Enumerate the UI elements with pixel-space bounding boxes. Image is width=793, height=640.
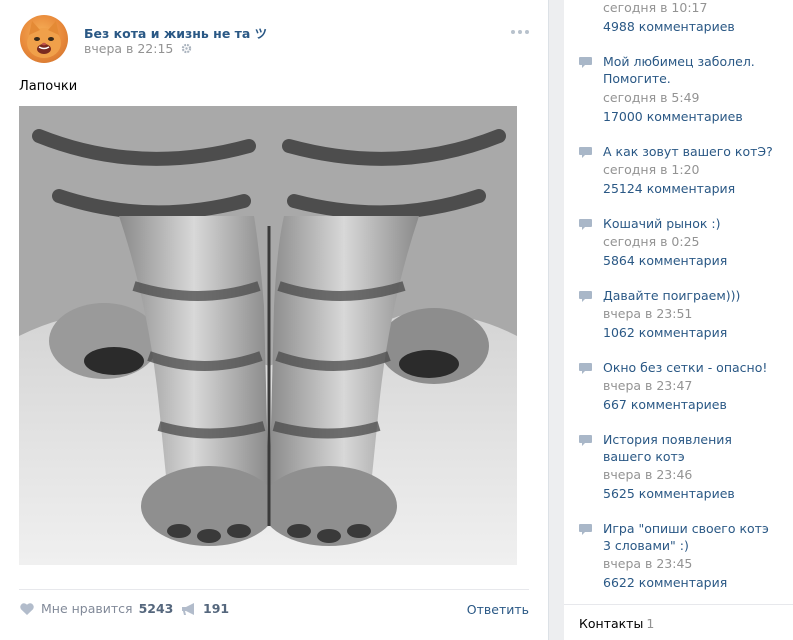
discussion-comments[interactable]: 25124 комментария	[603, 180, 735, 198]
discussion-bubble-icon	[579, 435, 592, 446]
post-author-link[interactable]: Без кота и жизнь не та ツ	[84, 23, 267, 42]
reply-button[interactable]: Ответить	[467, 602, 529, 617]
discussion-bubble-icon	[579, 524, 592, 535]
discussion-comments[interactable]: 667 комментариев	[603, 396, 727, 414]
discussion-comments[interactable]: 5625 комментариев	[603, 485, 735, 503]
discussion-comments[interactable]: 17000 комментариев	[603, 108, 743, 126]
discussion-title[interactable]: Игра "опиши своего котэ 3 словами" :)	[603, 520, 775, 554]
gear-icon[interactable]	[181, 43, 192, 54]
discussion-comments[interactable]: 5864 комментария	[603, 252, 727, 270]
discussion-comments[interactable]: 1062 комментария	[603, 324, 727, 342]
contacts-header[interactable]: Контакты 1	[579, 616, 654, 631]
discussion-comments[interactable]: 4988 комментариев	[603, 18, 735, 36]
wall-post: Без кота и жизнь не та ツ вчера в 22:15 Л…	[0, 0, 549, 640]
heart-icon	[20, 602, 34, 615]
discussion-bubble-icon	[579, 291, 592, 302]
discussion-title[interactable]: А как зовут вашего котЭ?	[603, 143, 775, 160]
post-timestamp[interactable]: вчера в 22:15	[84, 41, 192, 56]
contacts-count: 1	[646, 616, 655, 631]
discussion-title[interactable]: История появления вашего котэ	[603, 431, 775, 465]
post-time-text: вчера в 22:15	[84, 41, 174, 56]
discussion-time: вчера в 23:47	[603, 378, 693, 393]
more-options-icon[interactable]	[509, 27, 531, 37]
community-avatar[interactable]	[20, 15, 68, 63]
discussion-bubble-icon	[579, 57, 592, 68]
post-photo[interactable]	[19, 106, 517, 565]
discussion-time: сегодня в 0:25	[603, 234, 700, 249]
discussion-bubble-icon	[579, 363, 592, 374]
discussion-time: вчера в 23:45	[603, 556, 693, 571]
share-button[interactable]: 191	[181, 601, 229, 616]
discussion-title[interactable]: Окно без сетки - опасно!	[603, 359, 775, 376]
discussion-time: сегодня в 5:49	[603, 90, 700, 105]
megaphone-icon	[182, 602, 194, 615]
discussion-time: вчера в 23:46	[603, 467, 693, 482]
cat-face-icon	[27, 21, 61, 58]
discussion-bubble-icon	[579, 147, 592, 158]
contacts-label: Контакты	[579, 616, 644, 631]
discussion-title[interactable]: Мой любимец заболел. Помогите.	[603, 53, 775, 87]
discussion-title[interactable]: Давайте поиграем)))	[603, 287, 775, 304]
discussions-sidebar: сегодня в 10:17 4988 комментариев Мой лю…	[564, 0, 793, 640]
like-button[interactable]: Мне нравится 5243	[19, 601, 173, 616]
discussion-time: сегодня в 10:17	[603, 0, 708, 15]
discussion-time: сегодня в 1:20	[603, 162, 700, 177]
discussion-bubble-icon	[579, 219, 592, 230]
post-divider	[19, 589, 529, 590]
discussion-time: вчера в 23:51	[603, 306, 693, 321]
sidebar-divider	[564, 604, 793, 605]
post-text: Лапочки	[19, 79, 78, 94]
discussion-comments[interactable]: 6622 комментария	[603, 574, 727, 592]
discussion-title[interactable]: Кошачий рынок :)	[603, 215, 775, 232]
post-actions: Мне нравится 5243 191 Ответить	[19, 601, 531, 621]
like-label: Мне нравится	[41, 601, 133, 616]
like-count: 5243	[138, 601, 174, 616]
share-count: 191	[203, 601, 230, 616]
